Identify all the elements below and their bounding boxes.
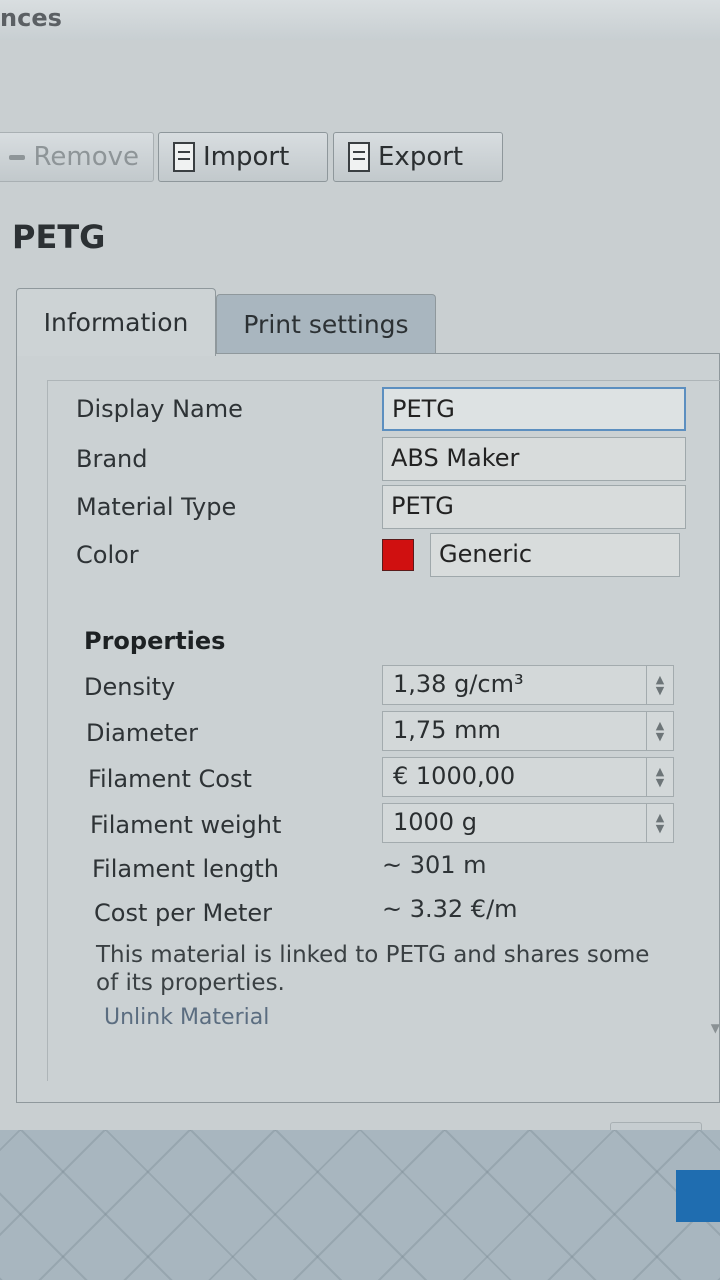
color-name-field[interactable]: Generic — [430, 533, 680, 577]
information-scroll-area: Display Name PETG Brand ABS Maker Materi… — [47, 380, 720, 1081]
density-value: 1,38 g/cm³ — [393, 670, 524, 698]
diameter-label: Diameter — [86, 719, 199, 747]
filament-weight-value: 1000 g — [393, 808, 477, 836]
minus-icon — [9, 154, 26, 160]
density-label: Density — [84, 673, 176, 701]
diameter-spinbox[interactable]: 1,75 mm ▲ ▼ — [382, 711, 674, 751]
filament-weight-spinbox[interactable]: 1000 g ▲ ▼ — [382, 803, 674, 843]
import-button-label: Import — [203, 142, 290, 172]
brand-row: Brand ABS Maker — [48, 437, 720, 481]
preferences-dialog: Remove Import Export PETG Information Pr… — [0, 40, 720, 1160]
tab-print-settings[interactable]: Print settings — [216, 294, 436, 354]
import-button[interactable]: Import — [158, 132, 328, 182]
linked-material-note: This material is linked to PETG and shar… — [96, 942, 650, 996]
spin-arrows-icon[interactable]: ▲ ▼ — [646, 758, 673, 796]
cost-per-meter-value: ~ 3.32 €/m — [382, 895, 518, 923]
window-titlebar: nces — [0, 0, 720, 41]
filament-weight-row: Filament weight 1000 g ▲ ▼ — [48, 803, 720, 847]
spin-arrows-icon[interactable]: ▲ ▼ — [646, 666, 673, 704]
filament-weight-label: Filament weight — [90, 811, 282, 839]
material-type-row: Material Type PETG — [48, 485, 720, 529]
material-title: PETG — [12, 218, 106, 256]
document-icon — [348, 142, 370, 172]
density-spinbox[interactable]: 1,38 g/cm³ ▲ ▼ — [382, 665, 674, 705]
spin-arrows-icon[interactable]: ▲ ▼ — [646, 804, 673, 842]
export-button-label: Export — [378, 142, 464, 172]
filament-length-value: ~ 301 m — [382, 851, 487, 879]
density-row: Density 1,38 g/cm³ ▲ ▼ — [48, 665, 720, 709]
filament-cost-row: Filament Cost € 1000,00 ▲ ▼ — [48, 757, 720, 801]
filament-cost-spinbox[interactable]: € 1000,00 ▲ ▼ — [382, 757, 674, 797]
diameter-row: Diameter 1,75 mm ▲ ▼ — [48, 711, 720, 755]
filament-cost-value: € 1000,00 — [393, 762, 516, 790]
remove-button-label: Remove — [33, 142, 139, 172]
color-swatch[interactable] — [382, 539, 414, 571]
display-name-label: Display Name — [76, 395, 243, 423]
materials-toolbar: Remove Import Export — [0, 132, 720, 182]
build-plate-background — [0, 1130, 720, 1280]
properties-heading: Properties — [84, 627, 226, 655]
color-label: Color — [76, 541, 139, 569]
cost-per-meter-label: Cost per Meter — [94, 899, 272, 927]
scroll-down-arrow-icon[interactable]: ▼ — [711, 1021, 720, 1035]
document-icon — [173, 142, 195, 172]
diameter-value: 1,75 mm — [393, 716, 501, 744]
window-title: nces — [0, 4, 62, 32]
display-name-field[interactable]: PETG — [382, 387, 686, 431]
filament-cost-label: Filament Cost — [88, 765, 252, 793]
side-panel-tab[interactable] — [676, 1170, 720, 1222]
information-panel: Display Name PETG Brand ABS Maker Materi… — [16, 353, 720, 1103]
material-type-label: Material Type — [76, 493, 237, 521]
color-row: Color Generic — [48, 533, 720, 577]
material-type-field[interactable]: PETG — [382, 485, 686, 529]
tab-information[interactable]: Information — [16, 288, 216, 356]
filament-length-label: Filament length — [92, 855, 279, 883]
filament-length-row: Filament length ~ 301 m — [48, 847, 720, 891]
cost-per-meter-row: Cost per Meter ~ 3.32 €/m — [48, 891, 720, 935]
brand-label: Brand — [76, 445, 148, 473]
remove-button[interactable]: Remove — [0, 132, 154, 182]
spin-arrows-icon[interactable]: ▲ ▼ — [646, 712, 673, 750]
unlink-material-button[interactable]: Unlink Material — [104, 1005, 269, 1030]
display-name-row: Display Name PETG — [48, 387, 720, 431]
brand-field[interactable]: ABS Maker — [382, 437, 686, 481]
export-button[interactable]: Export — [333, 132, 503, 182]
material-tabs: Information Print settings — [16, 288, 720, 356]
